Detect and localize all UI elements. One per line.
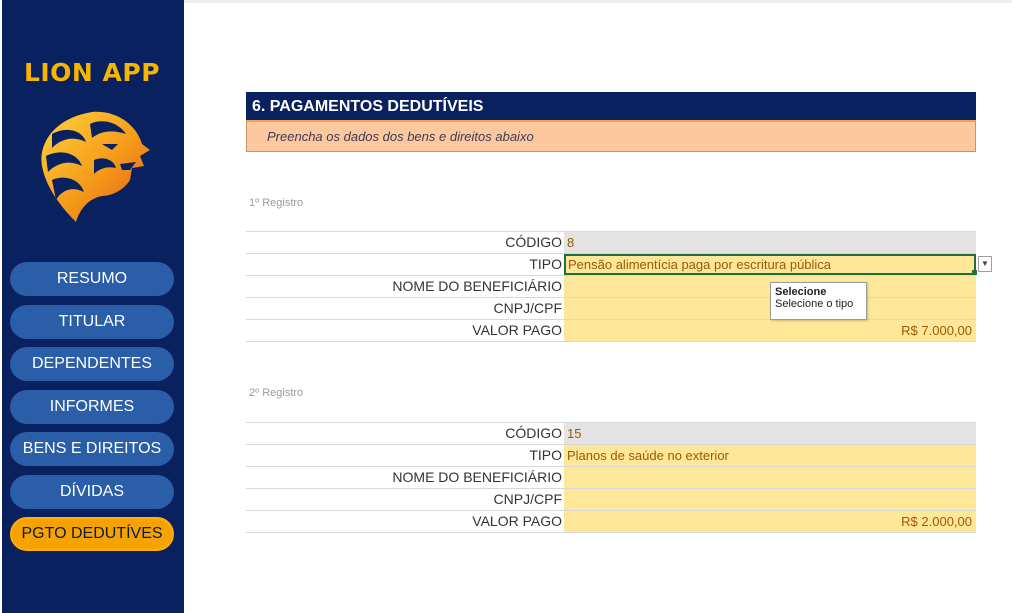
tipo-label: TIPO [529, 256, 562, 272]
cnpj-cpf-label: CNPJ/CPF [493, 491, 562, 507]
app-title: LION APP [23, 58, 161, 87]
valor-pago-input[interactable]: R$ 7.000,00 [564, 320, 976, 341]
registro-2-label: 2º Registro [249, 387, 304, 399]
registro-1-label: 1º Registro [249, 197, 304, 209]
nav-resumo-button[interactable]: RESUMO [10, 262, 174, 296]
nav-informes-button[interactable]: INFORMES [10, 390, 174, 424]
registro-2-beneficiario-row: NOME DO BENEFICIÁRIO [246, 466, 976, 488]
sidebar: LION APP RESUMO TITULAR DEPENDENTES INFO… [0, 0, 184, 613]
sidebar-edge [0, 0, 2, 613]
lion-head-icon [41, 111, 150, 222]
validation-tooltip: Selecione Selecione o tipo [770, 282, 867, 320]
nav-bens-direitos-button[interactable]: BENS E DIREITOS [10, 432, 174, 466]
beneficiario-label: NOME DO BENEFICIÁRIO [392, 469, 562, 485]
tipo-label: TIPO [529, 447, 562, 463]
codigo-value: 8 [564, 232, 976, 253]
registro-2-tipo-row: TIPO Planos de saúde no exterior [246, 444, 976, 466]
cnpj-cpf-label: CNPJ/CPF [493, 300, 562, 316]
registro-1-tipo-row: TIPO Pensão alimentícia paga por escritu… [246, 253, 976, 275]
nav-dependentes-button[interactable]: DEPENDENTES [10, 347, 174, 381]
valor-pago-label: VALOR PAGO [472, 322, 562, 338]
codigo-value: 15 [564, 423, 976, 444]
section-title: 6. PAGAMENTOS DEDUTÍVEIS [246, 92, 976, 120]
section-subtitle: Preencha os dados dos bens e direitos ab… [246, 120, 976, 152]
tipo-select-cell[interactable]: Planos de saúde no exterior [564, 445, 976, 466]
valor-pago-label: VALOR PAGO [472, 513, 562, 529]
tooltip-text: Selecione o tipo [775, 298, 854, 310]
top-divider [184, 0, 1012, 3]
chevron-down-icon[interactable]: ▼ [978, 256, 992, 272]
registro-1-valor-row: VALOR PAGO R$ 7.000,00 [246, 319, 976, 341]
codigo-label: CÓDIGO [505, 425, 562, 441]
nav-dividas-button[interactable]: DÍVIDAS [10, 475, 174, 509]
tipo-select-cell[interactable]: Pensão alimentícia paga por escritura pú… [564, 254, 976, 275]
registro-2-cnpj-row: CNPJ/CPF [246, 488, 976, 510]
registro-2-valor-row: VALOR PAGO R$ 2.000,00 [246, 510, 976, 532]
valor-pago-input[interactable]: R$ 2.000,00 [564, 511, 976, 532]
nav-titular-button[interactable]: TITULAR [10, 305, 174, 339]
registro-1-bottom-border [246, 341, 976, 342]
beneficiario-label: NOME DO BENEFICIÁRIO [392, 278, 562, 294]
registro-2-codigo-row: CÓDIGO 15 [246, 422, 976, 444]
tooltip-title: Selecione [775, 286, 827, 298]
beneficiario-input[interactable] [564, 467, 976, 488]
codigo-label: CÓDIGO [505, 234, 562, 250]
cnpj-cpf-input[interactable] [564, 489, 976, 510]
nav-pgto-dedutiveis-button[interactable]: PGTO DEDUTÍVES [10, 517, 174, 551]
registro-2-bottom-border [246, 532, 976, 533]
cell-fill-handle[interactable] [972, 270, 977, 275]
registro-1-codigo-row: CÓDIGO 8 [246, 231, 976, 253]
